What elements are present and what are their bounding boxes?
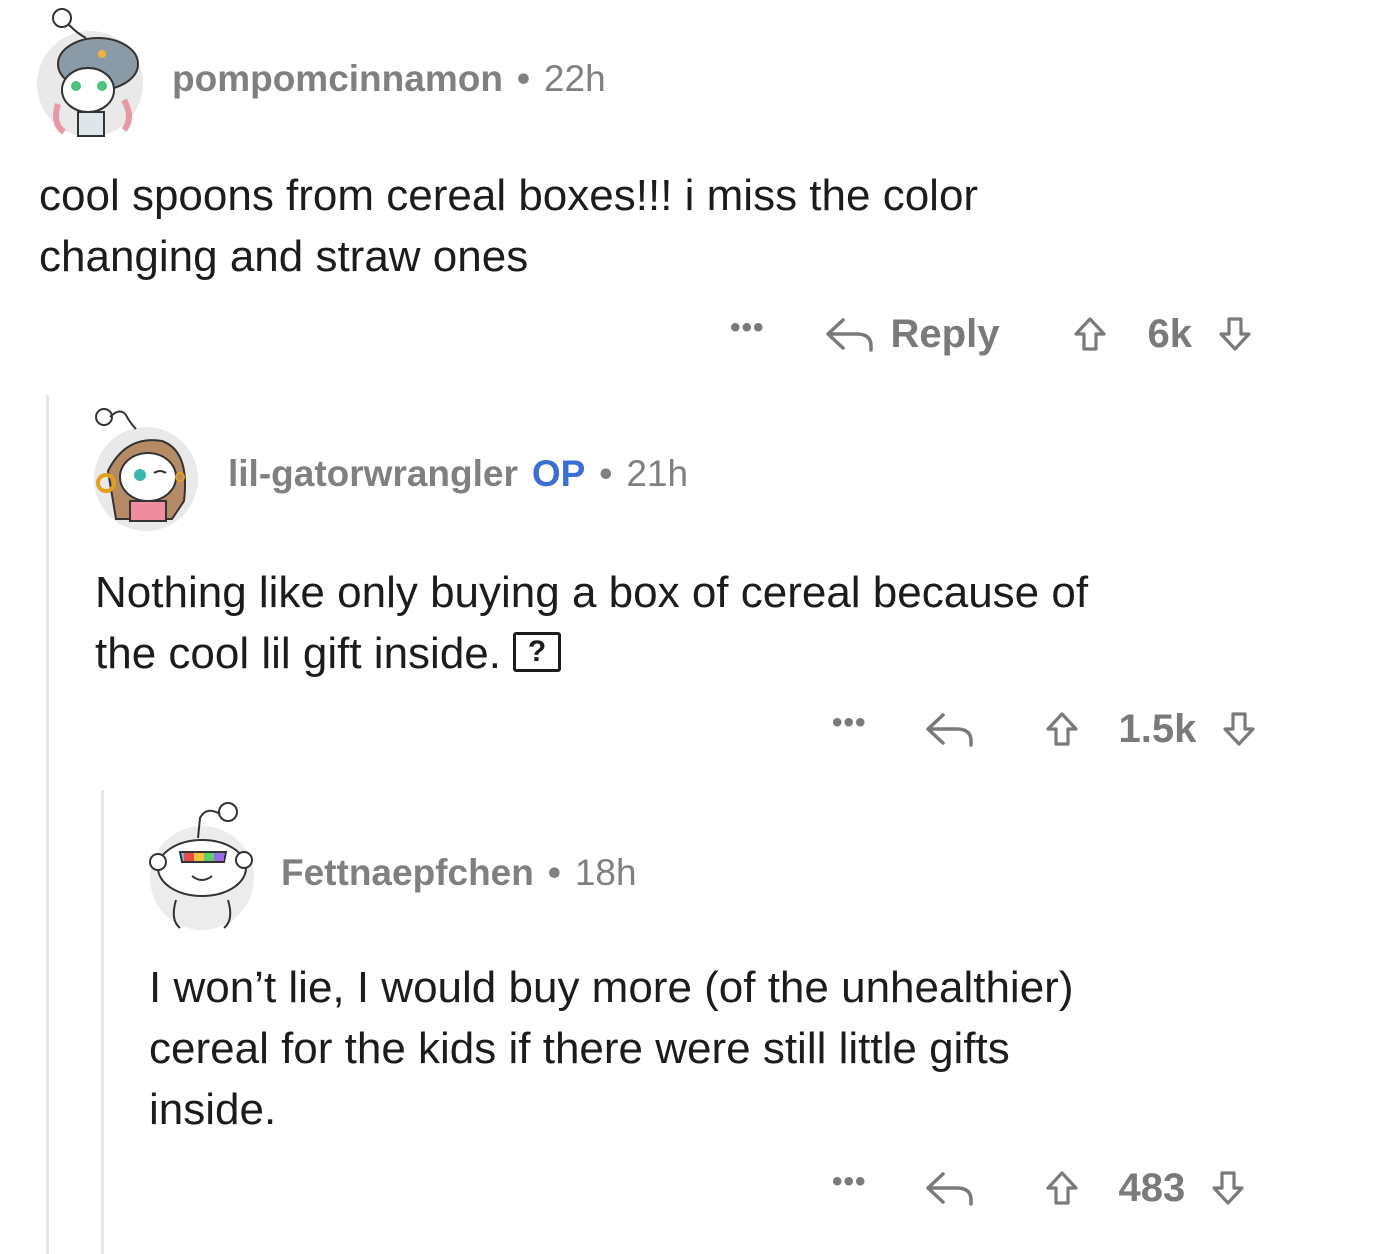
comment-2: lil-gatorwrangler OP • 21h Nothing like …: [0, 395, 1398, 785]
more-options-icon[interactable]: •••: [832, 708, 867, 738]
comment-actions: ••• 483: [832, 1162, 1245, 1214]
separator-dot: •: [516, 58, 530, 99]
timestamp[interactable]: 21h: [626, 453, 688, 495]
op-badge: OP: [531, 453, 586, 494]
user-avatar[interactable]: [86, 401, 204, 533]
comment-line: the cool lil gift inside.: [95, 629, 501, 678]
vote-score: 6k: [1147, 311, 1192, 356]
downvote-arrow-icon[interactable]: [1218, 316, 1252, 352]
separator-dot: •: [599, 453, 613, 494]
comment-line: cool spoons from cereal boxes!!! i miss …: [39, 171, 979, 220]
reply-arrow-icon: [823, 314, 875, 354]
comment-line: I won’t lie, I would buy more (of the un…: [149, 963, 1074, 1012]
comment-actions: ••• 1.5k: [832, 703, 1256, 755]
comment-body: cool spoons from cereal boxes!!! i miss …: [39, 165, 978, 287]
comment-body: Nothing like only buying a box of cereal…: [95, 562, 1088, 684]
upvote-arrow-icon[interactable]: [1045, 711, 1079, 747]
timestamp[interactable]: 22h: [544, 58, 606, 100]
timestamp[interactable]: 18h: [575, 852, 637, 894]
comment-line: Nothing like only buying a box of cereal…: [95, 568, 1089, 617]
reply-button[interactable]: Reply: [823, 311, 1000, 357]
user-avatar[interactable]: [28, 4, 146, 140]
vote-score: 1.5k: [1118, 706, 1197, 751]
comment-header: lil-gatorwrangler OP • 21h: [228, 453, 688, 495]
comment-line: inside.: [149, 1085, 277, 1134]
reply-arrow-icon[interactable]: [923, 709, 975, 749]
comment-actions: ••• Reply 6k: [730, 308, 1252, 360]
downvote-arrow-icon[interactable]: [1222, 711, 1256, 747]
comment-body: I won’t lie, I would buy more (of the un…: [149, 957, 1073, 1140]
comment-header: pompomcinnamon • 22h: [172, 58, 606, 100]
comment-line-with-icon: the cool lil gift inside.?: [95, 623, 1088, 684]
user-avatar[interactable]: [140, 796, 262, 932]
question-box-icon[interactable]: ?: [513, 632, 561, 673]
reply-label: Reply: [890, 311, 1000, 356]
upvote-arrow-icon[interactable]: [1045, 1170, 1079, 1206]
comment-header: Fettnaepfchen • 18h: [281, 852, 637, 894]
comment-line: changing and straw ones: [39, 232, 529, 281]
reply-arrow-icon[interactable]: [923, 1168, 975, 1208]
username[interactable]: pompomcinnamon: [172, 58, 503, 100]
comment-3: Fettnaepfchen • 18h I won’t lie, I would…: [0, 790, 1398, 1254]
separator-dot: •: [547, 852, 561, 893]
vote-score: 483: [1118, 1165, 1186, 1210]
upvote-arrow-icon[interactable]: [1073, 316, 1107, 352]
more-options-icon[interactable]: •••: [730, 313, 765, 343]
more-options-icon[interactable]: •••: [832, 1167, 867, 1197]
comment-1: pompomcinnamon • 22h cool spoons from ce…: [0, 0, 1398, 380]
username[interactable]: lil-gatorwrangler: [228, 453, 518, 495]
downvote-arrow-icon[interactable]: [1211, 1170, 1245, 1206]
username[interactable]: Fettnaepfchen: [281, 852, 534, 894]
comment-line: cereal for the kids if there were still …: [149, 1024, 1010, 1073]
